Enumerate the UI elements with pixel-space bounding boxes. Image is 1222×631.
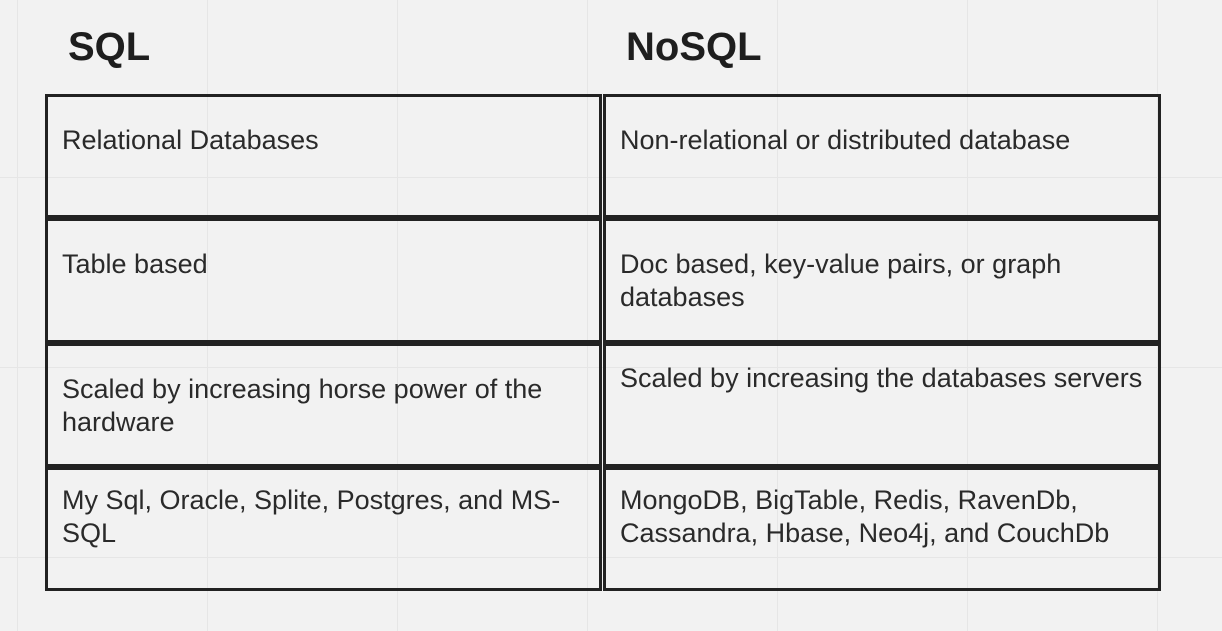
sql-cell-model: Relational Databases (45, 94, 602, 218)
sql-column-heading: SQL (68, 25, 151, 69)
nosql-cell-scaling: Scaled by increasing the databases serve… (603, 343, 1161, 467)
nosql-cell-examples: MongoDB, BigTable, Redis, RavenDb, Cassa… (603, 467, 1161, 591)
nosql-column-heading: NoSQL (626, 25, 762, 69)
sql-cell-scaling: Scaled by increasing horse power of the … (45, 343, 602, 467)
sql-cell-examples: My Sql, Oracle, Splite, Postgres, and MS… (45, 467, 602, 591)
sql-cell-text: Relational Databases (62, 125, 319, 155)
sql-cell-text: Scaled by increasing horse power of the … (62, 374, 543, 437)
nosql-cell-text: Doc based, key-value pairs, or graph dat… (620, 249, 1062, 312)
nosql-cell-structure: Doc based, key-value pairs, or graph dat… (603, 218, 1161, 343)
sql-cell-text: My Sql, Oracle, Splite, Postgres, and MS… (62, 485, 561, 548)
nosql-cell-text: Non-relational or distributed database (620, 125, 1071, 155)
sql-cell-structure: Table based (45, 218, 602, 343)
comparison-table: Relational Databases Non-relational or d… (45, 94, 1161, 591)
sql-cell-text: Table based (62, 249, 208, 279)
nosql-cell-model: Non-relational or distributed database (603, 94, 1161, 218)
nosql-cell-text: MongoDB, BigTable, Redis, RavenDb, Cassa… (620, 485, 1110, 548)
nosql-cell-text: Scaled by increasing the databases serve… (620, 363, 1143, 393)
